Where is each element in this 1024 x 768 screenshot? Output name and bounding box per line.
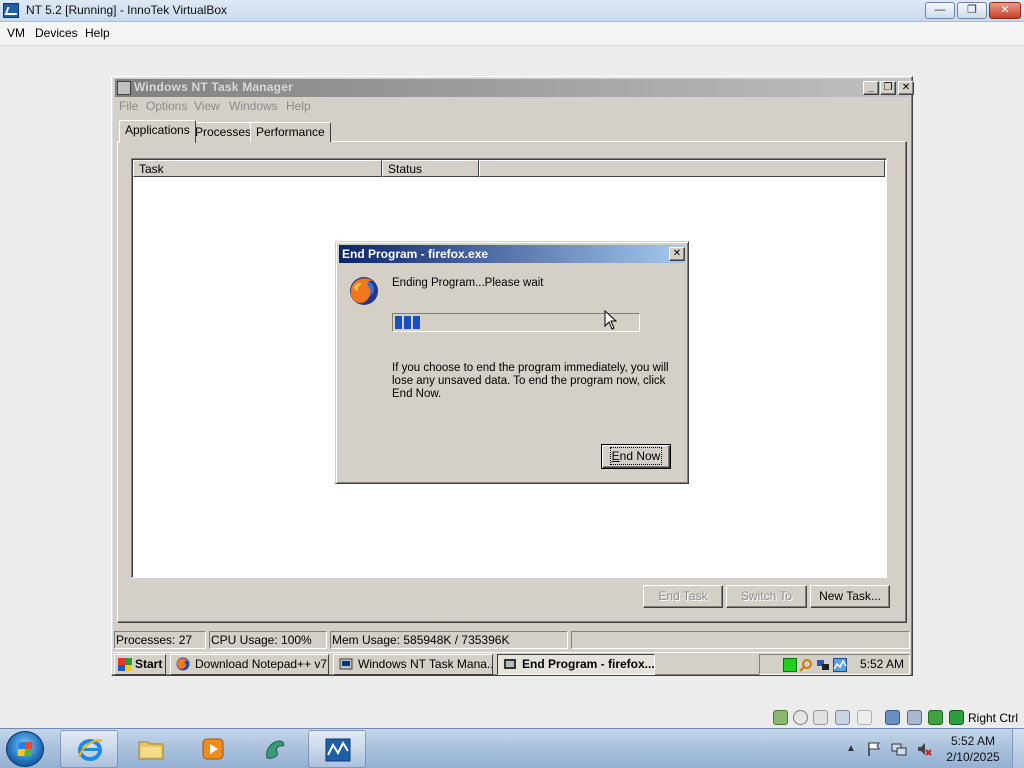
volume-muted-icon[interactable]	[916, 741, 932, 757]
folder-icon	[138, 741, 164, 760]
windows-logo-icon	[118, 658, 132, 671]
unsaved-data-warning: If you choose to end the program immedia…	[392, 362, 669, 400]
performance-monitor-icon[interactable]	[833, 658, 847, 672]
end-now-button[interactable]: End Now	[601, 444, 671, 469]
tm-menu-view[interactable]: View	[194, 99, 220, 113]
windows-start-orb[interactable]	[6, 731, 44, 767]
end-program-title-bar[interactable]: End Program - firefox.exe ✕	[339, 245, 685, 263]
tm-menu-options[interactable]: Options	[146, 99, 187, 113]
end-now-mnemonic: E	[611, 449, 620, 463]
task-manager-status-bar: Processes: 27 CPU Usage: 100% Mem Usage:…	[114, 630, 910, 650]
virtualbox-app-icon	[3, 3, 19, 18]
new-task-button[interactable]: New Task...	[810, 585, 890, 608]
taskbar-item-end-program[interactable]: End Program - firefox....	[497, 654, 655, 675]
mouse-cursor-icon	[604, 310, 618, 330]
shared-folders-icon[interactable]	[907, 710, 922, 725]
start-button[interactable]: Start	[114, 654, 166, 675]
task-manager-title-bar[interactable]: Windows NT Task Manager _ ❐ ✕	[115, 79, 914, 97]
switch-to-button[interactable]: Switch To	[726, 585, 807, 608]
taskbar-item-task-manager[interactable]: Windows NT Task Mana...	[333, 654, 493, 675]
dialog-close-button[interactable]: ✕	[669, 247, 685, 261]
firefox-icon	[176, 657, 190, 671]
tm-close-button[interactable]: ✕	[898, 81, 914, 95]
guest-clock: 5:52 AM	[860, 657, 905, 671]
menu-vm[interactable]: VM	[7, 26, 25, 40]
tm-minimize-button[interactable]: _	[863, 81, 879, 95]
network-icon[interactable]	[816, 658, 830, 672]
usb-icon[interactable]	[857, 710, 872, 725]
start-label: Start	[135, 657, 163, 671]
end-now-label: nd Now	[619, 449, 661, 463]
taskbar-internet-explorer[interactable]	[60, 730, 118, 768]
guest-taskbar: Start Download Notepad++ v7.... Windows …	[114, 652, 910, 675]
menu-devices[interactable]: Devices	[35, 26, 78, 40]
status-cpu-usage: CPU Usage: 100%	[209, 631, 327, 649]
dragon-icon	[266, 740, 285, 759]
status-mem-usage: Mem Usage: 585948K / 735396K	[330, 631, 568, 649]
action-center-flag-icon[interactable]	[866, 741, 882, 757]
mouse-integration-icon[interactable]	[928, 710, 943, 725]
end-program-icon	[504, 659, 516, 669]
progress-fill	[395, 316, 422, 329]
tm-menu-help[interactable]: Help	[286, 99, 311, 113]
taskbar-dragon-app[interactable]	[246, 730, 304, 768]
task-manager-icon	[117, 81, 131, 95]
floppy-icon[interactable]	[813, 710, 828, 725]
menu-help[interactable]: Help	[85, 26, 110, 40]
virtualbox-status-bar: Right Ctrl	[0, 706, 1024, 728]
virtualbox-menu-bar: VM Devices Help	[0, 22, 1024, 46]
taskbar-item-label: Download Notepad++ v7....	[195, 657, 329, 671]
host-clock-date: 2/10/2025	[946, 750, 1000, 764]
host-maximize-button[interactable]: ❐	[957, 2, 987, 19]
network-adapter-icon[interactable]	[835, 710, 850, 725]
hard-disk-activity-icon[interactable]	[773, 710, 788, 725]
task-manager-icon	[339, 658, 353, 670]
end-program-title: End Program - firefox.exe	[342, 247, 489, 261]
taskbar-media-player[interactable]	[184, 730, 242, 768]
virtualbox-icon	[325, 738, 351, 762]
cpu-meter-icon[interactable]	[783, 658, 797, 672]
search-icon[interactable]	[799, 658, 813, 672]
tm-menu-file[interactable]: File	[119, 99, 138, 113]
network-tray-icon[interactable]	[891, 741, 907, 757]
keyboard-capture-icon[interactable]	[949, 710, 964, 725]
ending-program-message: Ending Program...Please wait	[392, 277, 544, 289]
tab-processes[interactable]: Processes	[189, 122, 258, 142]
firefox-icon	[350, 277, 378, 305]
taskbar-item-notepad-download[interactable]: Download Notepad++ v7....	[170, 654, 329, 675]
internet-explorer-icon	[78, 739, 103, 761]
column-header-task[interactable]: Task	[133, 160, 382, 177]
media-player-icon	[202, 738, 224, 760]
status-empty-panel	[571, 631, 910, 649]
tm-maximize-button[interactable]: ❐	[880, 81, 896, 95]
host-minimize-button[interactable]: —	[925, 2, 955, 19]
taskbar-virtualbox[interactable]	[308, 730, 366, 768]
tab-performance[interactable]: Performance	[250, 122, 331, 142]
show-hidden-icons-arrow[interactable]: ▲	[846, 743, 856, 754]
host-key-label: Right Ctrl	[968, 711, 1019, 725]
host-clock[interactable]: 5:52 AM 2/10/2025	[940, 733, 1006, 765]
taskbar-windows-explorer[interactable]	[122, 730, 180, 768]
column-header-filler	[479, 160, 885, 177]
column-header-status[interactable]: Status	[382, 160, 479, 177]
virtualbox-window-title: NT 5.2 [Running] - InnoTek VirtualBox	[26, 3, 227, 17]
end-program-dialog: End Program - firefox.exe ✕ Ending Progr…	[335, 241, 689, 484]
host-close-button[interactable]: ✕	[989, 2, 1021, 19]
ending-progress-bar	[392, 313, 640, 332]
taskbar-item-label: End Program - firefox....	[522, 657, 655, 671]
end-task-button[interactable]: End Task	[643, 585, 723, 608]
host-clock-time: 5:52 AM	[950, 734, 996, 748]
display-icon[interactable]	[885, 710, 900, 725]
taskbar-item-label: Windows NT Task Mana...	[358, 657, 493, 671]
cd-dvd-icon[interactable]	[793, 710, 808, 725]
show-desktop-button[interactable]	[1012, 729, 1024, 768]
tm-menu-windows[interactable]: Windows	[229, 99, 278, 113]
task-manager-title: Windows NT Task Manager	[134, 80, 293, 94]
windows7-taskbar: ▲ 5:52 AM 2/10/2025	[0, 728, 1024, 768]
tab-applications[interactable]: Applications	[119, 120, 196, 143]
guest-system-tray: 5:52 AM	[759, 654, 910, 675]
virtualbox-title-bar[interactable]: NT 5.2 [Running] - InnoTek VirtualBox — …	[0, 0, 1024, 22]
status-processes: Processes: 27	[114, 631, 206, 649]
